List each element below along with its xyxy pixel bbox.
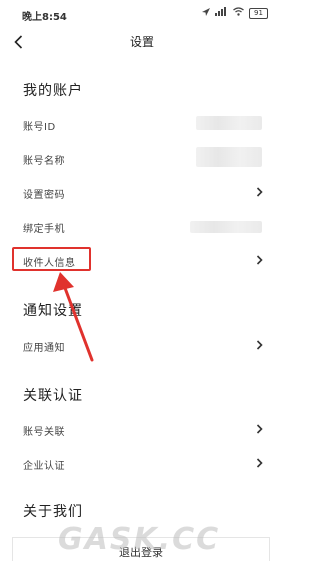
row-enterprise-verify[interactable]: 企业认证	[0, 452, 284, 476]
row-account-name[interactable]: 账号名称	[0, 147, 284, 171]
row-label: 账号关联	[23, 427, 65, 438]
row-bind-phone[interactable]: 绑定手机	[0, 215, 284, 239]
status-time: 晚上8:54	[22, 12, 67, 23]
row-app-notification[interactable]: 应用通知	[0, 334, 284, 358]
watermark: GASK.CC	[58, 522, 221, 557]
highlight-box	[12, 247, 91, 271]
chevron-right-icon	[256, 424, 263, 434]
location-icon	[202, 7, 210, 19]
row-label: 绑定手机	[23, 224, 65, 235]
chevron-right-icon	[256, 458, 263, 468]
battery-icon: 91	[249, 7, 268, 19]
row-label: 设置密码	[23, 190, 65, 201]
section-title-verification: 关联认证	[23, 388, 83, 404]
row-account-id[interactable]: 账号ID	[0, 113, 284, 137]
account-name-value-blurred	[196, 147, 262, 167]
row-label: 账号ID	[23, 122, 56, 133]
section-title-account: 我的账户	[23, 83, 83, 99]
chevron-right-icon	[256, 187, 263, 197]
status-bar: 晚上8:54 91	[0, 0, 284, 28]
row-account-link[interactable]: 账号关联	[0, 418, 284, 442]
status-icons: 91	[202, 7, 268, 19]
account-id-value-blurred	[196, 116, 262, 130]
row-label: 企业认证	[23, 461, 65, 472]
chevron-right-icon	[256, 255, 263, 265]
page-title: 设置	[129, 35, 154, 49]
chevron-right-icon	[256, 340, 263, 350]
nav-bar: 设置	[0, 28, 284, 56]
row-label: 账号名称	[23, 156, 65, 167]
wifi-icon	[233, 7, 244, 19]
section-title-about: 关于我们	[23, 504, 83, 520]
row-set-password[interactable]: 设置密码	[0, 181, 284, 205]
arrow-annotation-icon	[53, 272, 94, 362]
signal-icon	[215, 7, 228, 19]
phone-value-blurred	[190, 221, 262, 233]
